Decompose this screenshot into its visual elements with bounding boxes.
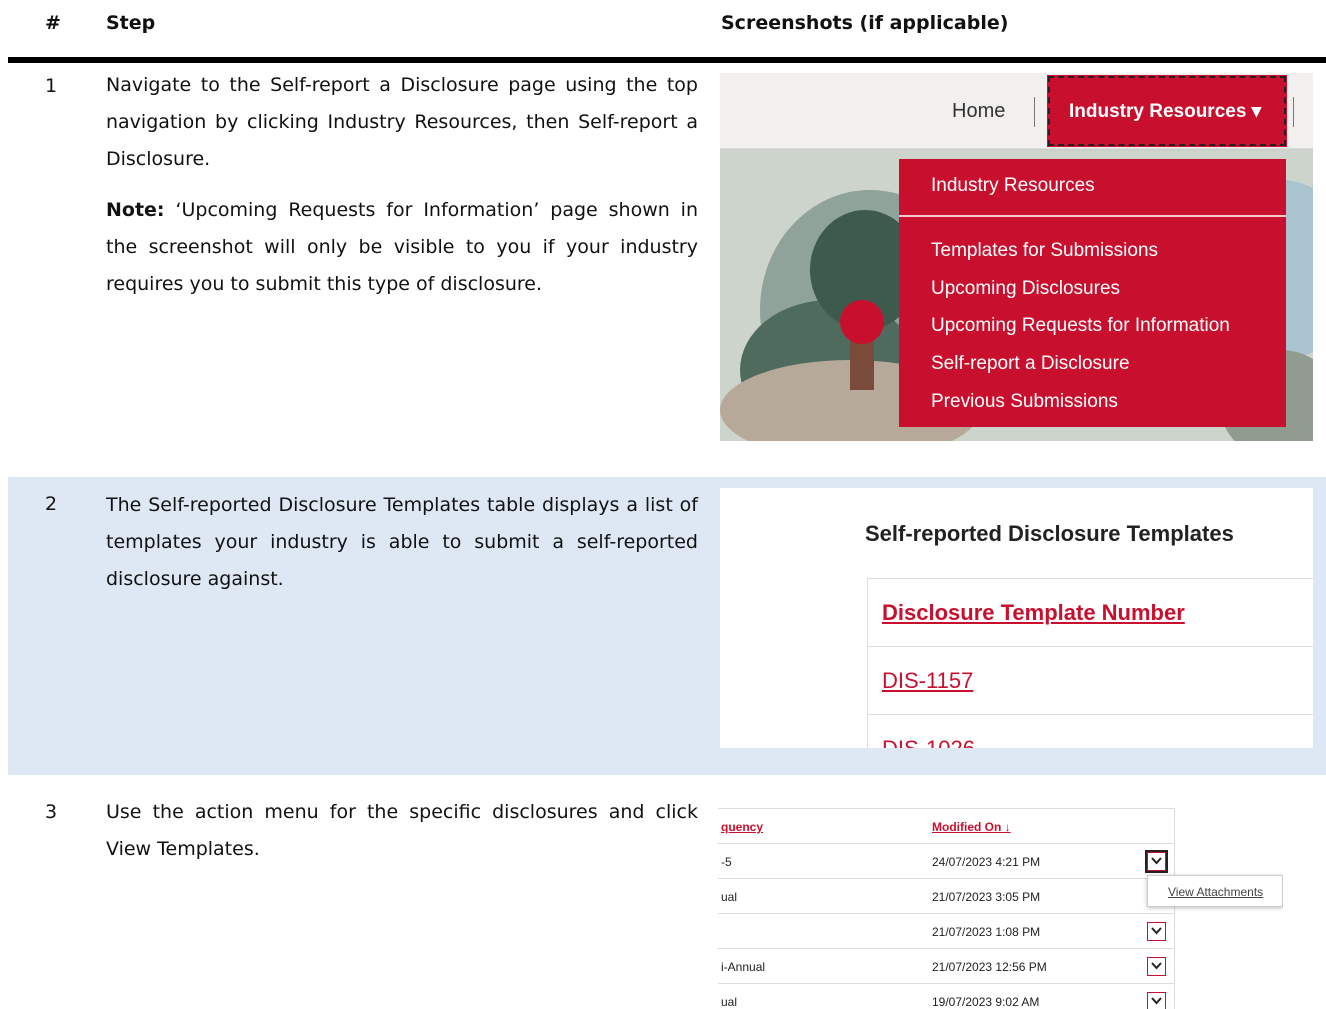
table-row: ual 21/07/2023 3:05 PM bbox=[718, 879, 1175, 914]
disclosures-table: quency Modified On ↓ -5 24/07/2023 4:21 … bbox=[718, 808, 1175, 1009]
menu-header[interactable]: Industry Resources bbox=[931, 175, 1095, 197]
step-number: 1 bbox=[45, 75, 58, 97]
screenshot-action-menu: quency Modified On ↓ -5 24/07/2023 4:21 … bbox=[718, 808, 1283, 1009]
chevron-down-icon bbox=[1151, 857, 1162, 865]
column-header-frequency[interactable]: quency bbox=[721, 820, 763, 834]
template-link[interactable]: DIS-1157 bbox=[868, 647, 1313, 715]
action-menu-button[interactable] bbox=[1147, 957, 1166, 976]
step-description: The Self-reported Disclosure Templates t… bbox=[106, 487, 698, 598]
step-text: The Self-reported Disclosure Templates t… bbox=[106, 494, 698, 590]
modified-cell: 21/07/2023 3:05 PM bbox=[932, 890, 1041, 904]
column-header-modified-on[interactable]: Modified On ↓ bbox=[932, 820, 1011, 834]
table-row: ual 19/07/2023 9:02 AM bbox=[718, 984, 1175, 1009]
step-description: Navigate to the Self-report a Disclosure… bbox=[106, 67, 698, 303]
chevron-down-icon bbox=[1151, 927, 1162, 935]
view-attachments-link[interactable]: View Attachments bbox=[1168, 885, 1263, 899]
nav-home[interactable]: Home bbox=[952, 100, 1005, 123]
action-menu-button[interactable] bbox=[1147, 992, 1166, 1009]
nav-industry-resources-label: Industry Resources ▾ bbox=[1069, 101, 1262, 122]
nav-industry-resources[interactable]: Industry Resources ▾ bbox=[1047, 75, 1287, 147]
note-label: Note: bbox=[106, 199, 165, 221]
frequency-cell: i-Annual bbox=[721, 960, 766, 974]
nav-divider bbox=[1293, 97, 1294, 127]
modified-cell: 21/07/2023 12:56 PM bbox=[932, 960, 1047, 974]
action-menu-button[interactable] bbox=[1145, 850, 1168, 873]
screenshot-templates-table: Self-reported Disclosure Templates Discl… bbox=[720, 488, 1313, 748]
frequency-cell: ual bbox=[721, 890, 738, 904]
templates-table: Disclosure Template Number DIS-1157 DIS-… bbox=[867, 578, 1313, 748]
menu-item-upcoming-disclosures[interactable]: Upcoming Disclosures bbox=[931, 278, 1120, 300]
menu-item-templates[interactable]: Templates for Submissions bbox=[931, 240, 1158, 262]
menu-divider bbox=[899, 215, 1286, 217]
frequency-cell: ual bbox=[721, 995, 738, 1009]
modified-cell: 19/07/2023 9:02 AM bbox=[932, 995, 1040, 1009]
industry-resources-dropdown: Industry Resources Templates for Submiss… bbox=[899, 159, 1286, 427]
step-number: 3 bbox=[45, 801, 58, 823]
top-navigation: Home Industry Resources ▾ bbox=[720, 73, 1313, 149]
table-row: 21/07/2023 1:08 PM bbox=[718, 914, 1175, 949]
template-link[interactable]: DIS-1026 bbox=[868, 715, 1313, 749]
screenshot-navigation: Home Industry Resources ▾ Industry Resou… bbox=[720, 73, 1313, 441]
step-note: Note: ‘Upcoming Requests for Information… bbox=[106, 192, 698, 303]
header-screenshots: Screenshots (if applicable) bbox=[721, 12, 1009, 34]
frequency-cell: -5 bbox=[721, 855, 732, 869]
menu-item-upcoming-rfi[interactable]: Upcoming Requests for Information bbox=[931, 315, 1230, 337]
menu-item-previous-submissions[interactable]: Previous Submissions bbox=[931, 391, 1118, 413]
step-description: Use the action menu for the specific dis… bbox=[106, 794, 698, 868]
menu-item-self-report[interactable]: Self-report a Disclosure bbox=[931, 353, 1130, 375]
modified-cell: 21/07/2023 1:08 PM bbox=[932, 925, 1041, 939]
header-step: Step bbox=[106, 12, 156, 34]
table-row: i-Annual 21/07/2023 12:56 PM bbox=[718, 949, 1175, 984]
chevron-down-icon bbox=[1151, 962, 1162, 970]
step-number: 2 bbox=[45, 493, 58, 515]
step-text: Use the action menu for the specific dis… bbox=[106, 801, 698, 860]
note-text: ‘Upcoming Requests for Information’ page… bbox=[106, 199, 698, 295]
nav-divider bbox=[1034, 97, 1035, 127]
action-menu-button[interactable] bbox=[1147, 922, 1166, 941]
table-row: -5 24/07/2023 4:21 PM bbox=[718, 844, 1175, 879]
header-number: # bbox=[45, 12, 61, 34]
action-menu-popup: View Attachments bbox=[1147, 875, 1283, 907]
step-text: Navigate to the Self-report a Disclosure… bbox=[106, 74, 698, 170]
modified-cell: 24/07/2023 4:21 PM bbox=[932, 855, 1041, 869]
table-header: # Step Screenshots (if applicable) bbox=[0, 0, 1326, 58]
column-header-template-number[interactable]: Disclosure Template Number bbox=[868, 579, 1313, 647]
chevron-down-icon bbox=[1151, 997, 1162, 1005]
templates-title: Self-reported Disclosure Templates bbox=[865, 521, 1234, 546]
table-header-row: quency Modified On ↓ bbox=[718, 809, 1175, 844]
